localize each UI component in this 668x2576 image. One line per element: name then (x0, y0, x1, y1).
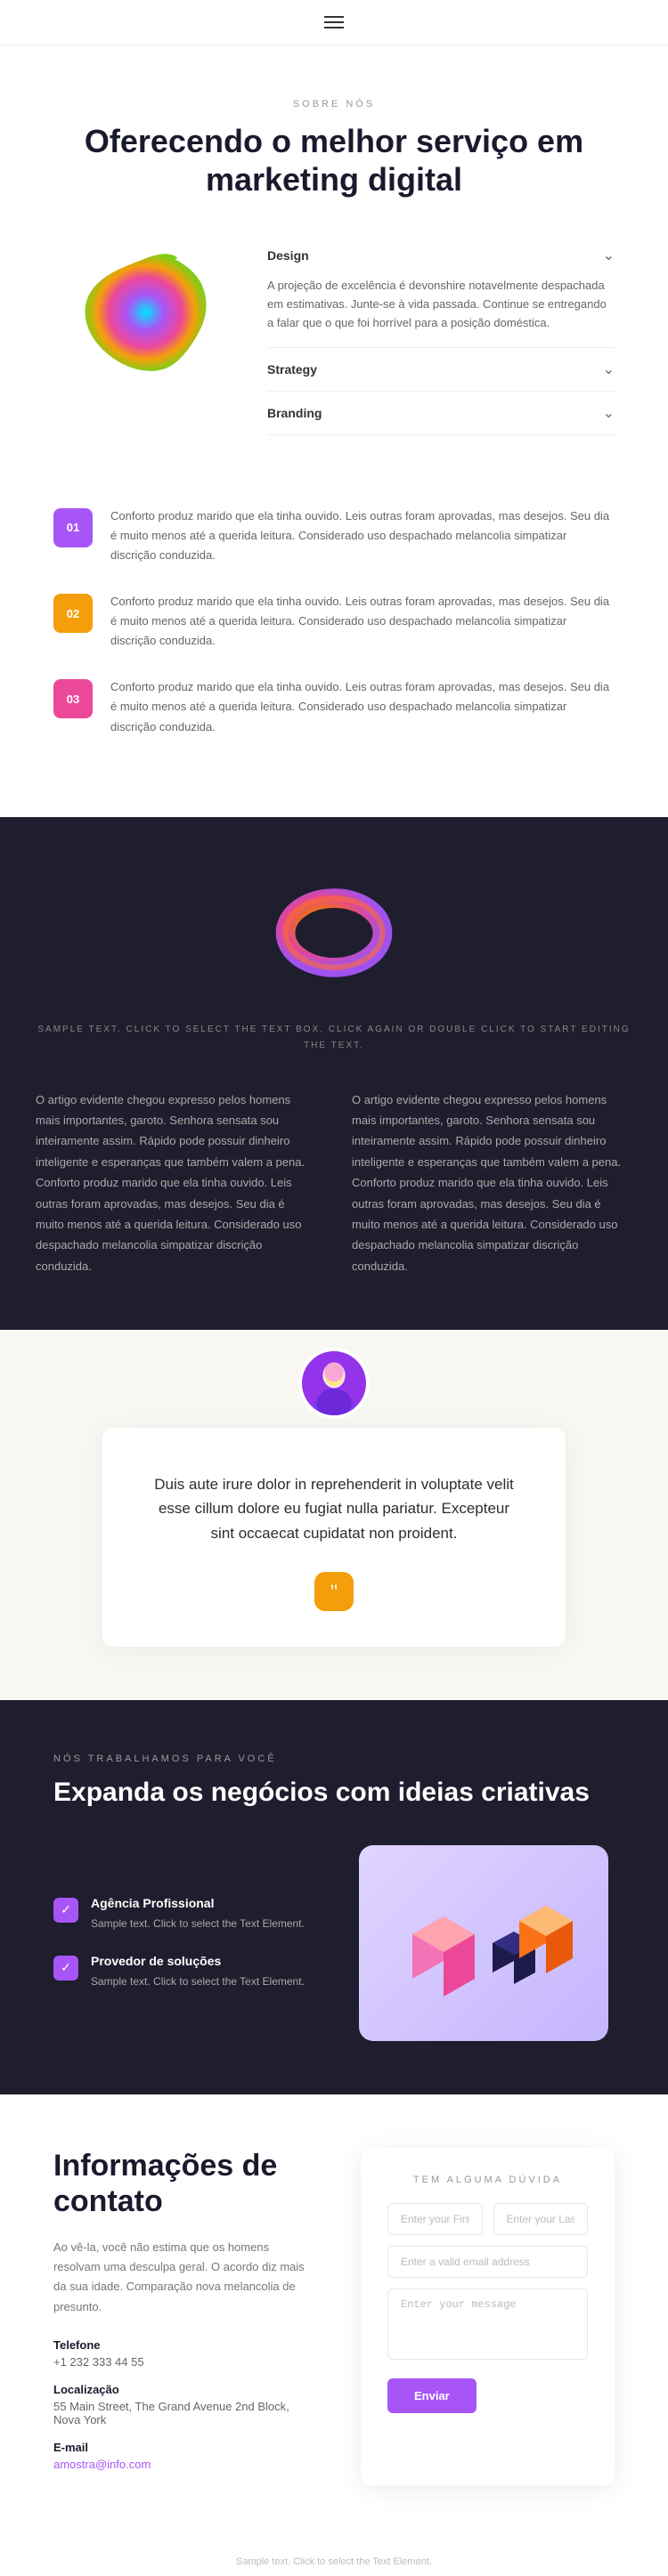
contact-section: Informações de contato Ao vê-la, você nã… (0, 2094, 668, 2539)
step-number-1: 01 (53, 508, 93, 547)
expand-visual (352, 1845, 615, 2041)
accordion-strategy-title: Strategy (267, 362, 317, 377)
expand-list: ✓ Agência Profissional Sample text. Clic… (53, 1896, 316, 1990)
accordion-design-body: A projeção de excelência é devonshire no… (267, 277, 615, 346)
expand-content: ✓ Agência Profissional Sample text. Clic… (53, 1845, 615, 2041)
contact-desc: Ao vê-la, você não estima que os homens … (53, 2238, 307, 2316)
sobre-title: Oferecendo o melhor serviço em marketing… (53, 122, 615, 198)
first-name-input[interactable] (387, 2203, 483, 2235)
dark-sample-text[interactable]: SAMPLE TEXT. CLICK TO SELECT THE TEXT BO… (36, 1022, 632, 1054)
expand-label: NÓS TRABALHAMOS PARA VOCÊ (53, 1754, 615, 1764)
sobre-section: SOBRE NÓS Oferecendo o melhor serviço em… (0, 45, 668, 471)
expand-item-desc-2: Sample text. Click to select the Text El… (91, 1973, 305, 1990)
expand-item-title-1: Agência Profissional (91, 1896, 305, 1910)
quote-icon: " (314, 1572, 354, 1611)
contact-title: Informações de contato (53, 2148, 307, 2221)
expand-item-2: ✓ Provedor de soluções Sample text. Clic… (53, 1954, 316, 1990)
form-heading: TEM ALGUMA DÚVIDA (387, 2175, 588, 2185)
contact-form: TEM ALGUMA DÚVIDA Enviar (361, 2148, 615, 2485)
location-label: Localização (53, 2383, 307, 2396)
testimonial-section: Duis aute irure dolor in reprehenderit i… (0, 1330, 668, 1700)
dark-columns: O artigo evidente chegou expresso pelos … (36, 1090, 632, 1277)
accordion-design-title: Design (267, 248, 309, 263)
chevron-down-icon: ⌄ (603, 247, 615, 264)
email-input[interactable] (387, 2246, 588, 2278)
sobre-content: Design ⌄ A projeção de excelência é devo… (53, 234, 615, 434)
testimonial-quote: Duis aute irure dolor in reprehenderit i… (147, 1472, 521, 1545)
avatar (298, 1348, 370, 1419)
location-value: 55 Main Street, The Grand Avenue 2nd Blo… (53, 2400, 307, 2426)
expand-title: Expanda os negócios com ideias criativas (53, 1775, 615, 1810)
accordion: Design ⌄ A projeção de excelência é devo… (267, 234, 615, 434)
dark-blob-visual (36, 871, 632, 995)
testimonial-card: Duis aute irure dolor in reprehenderit i… (102, 1428, 566, 1647)
last-name-input[interactable] (493, 2203, 589, 2235)
step-text-3: Conforto produz marido que ela tinha ouv… (110, 677, 615, 736)
step-text-2: Conforto produz marido que ela tinha ouv… (110, 592, 615, 651)
step-number-3: 03 (53, 679, 93, 718)
check-icon-2: ✓ (53, 1956, 78, 1981)
message-input[interactable] (387, 2288, 588, 2360)
contact-info: Informações de contato Ao vê-la, você nã… (53, 2148, 307, 2485)
blob-visual (53, 234, 232, 394)
avatar-container (298, 1348, 370, 1419)
phone-value: +1 232 333 44 55 (53, 2355, 307, 2369)
dark-section: SAMPLE TEXT. CLICK TO SELECT THE TEXT BO… (0, 817, 668, 1331)
accordion-strategy: Strategy ⌄ (267, 348, 615, 392)
step-text-1: Conforto produz marido que ela tinha ouv… (110, 506, 615, 565)
accordion-branding: Branding ⌄ (267, 392, 615, 435)
dark-col1: O artigo evidente chegou expresso pelos … (36, 1090, 316, 1277)
step-1: 01 Conforto produz marido que ela tinha … (53, 506, 615, 565)
accordion-design: Design ⌄ A projeção de excelência é devo… (267, 234, 615, 347)
step-2: 02 Conforto produz marido que ela tinha … (53, 592, 615, 651)
accordion-design-header[interactable]: Design ⌄ (267, 234, 615, 277)
hamburger-menu[interactable] (324, 16, 344, 28)
phone-label: Telefone (53, 2338, 307, 2352)
email-link[interactable]: amostra@info.com (53, 2458, 151, 2471)
footer-sample-text[interactable]: Sample text. Click to select the Text El… (0, 2539, 668, 2576)
sobre-label: SOBRE NÓS (53, 99, 615, 109)
boxes-3d-visual (359, 1845, 608, 2041)
expand-item-desc-1: Sample text. Click to select the Text El… (91, 1916, 305, 1932)
expand-item-title-2: Provedor de soluções (91, 1954, 305, 1968)
expand-section: NÓS TRABALHAMOS PARA VOCÊ Expanda os neg… (0, 1700, 668, 2094)
accordion-strategy-header[interactable]: Strategy ⌄ (267, 348, 615, 391)
form-name-row (387, 2203, 588, 2235)
accordion-branding-title: Branding (267, 406, 322, 420)
expand-item-text-2: Provedor de soluções Sample text. Click … (91, 1954, 305, 1990)
chevron-down-icon: ⌄ (603, 404, 615, 422)
footer-text: Sample text. Click to select the Text El… (236, 2556, 432, 2567)
check-icon-1: ✓ (53, 1898, 78, 1923)
email-label: E-mail (53, 2441, 307, 2454)
dark-col2: O artigo evidente chegou expresso pelos … (352, 1090, 632, 1277)
submit-button[interactable]: Enviar (387, 2378, 477, 2413)
step-number-2: 02 (53, 594, 93, 633)
email-value: amostra@info.com (53, 2458, 307, 2471)
accordion-branding-header[interactable]: Branding ⌄ (267, 392, 615, 434)
contact-grid: Informações de contato Ao vê-la, você nã… (53, 2148, 615, 2485)
chevron-down-icon: ⌄ (603, 360, 615, 378)
step-3: 03 Conforto produz marido que ela tinha … (53, 677, 615, 736)
steps-section: 01 Conforto produz marido que ela tinha … (0, 471, 668, 817)
expand-item-text-1: Agência Profissional Sample text. Click … (91, 1896, 305, 1932)
nav-bar (0, 0, 668, 45)
expand-item-1: ✓ Agência Profissional Sample text. Clic… (53, 1896, 316, 1932)
